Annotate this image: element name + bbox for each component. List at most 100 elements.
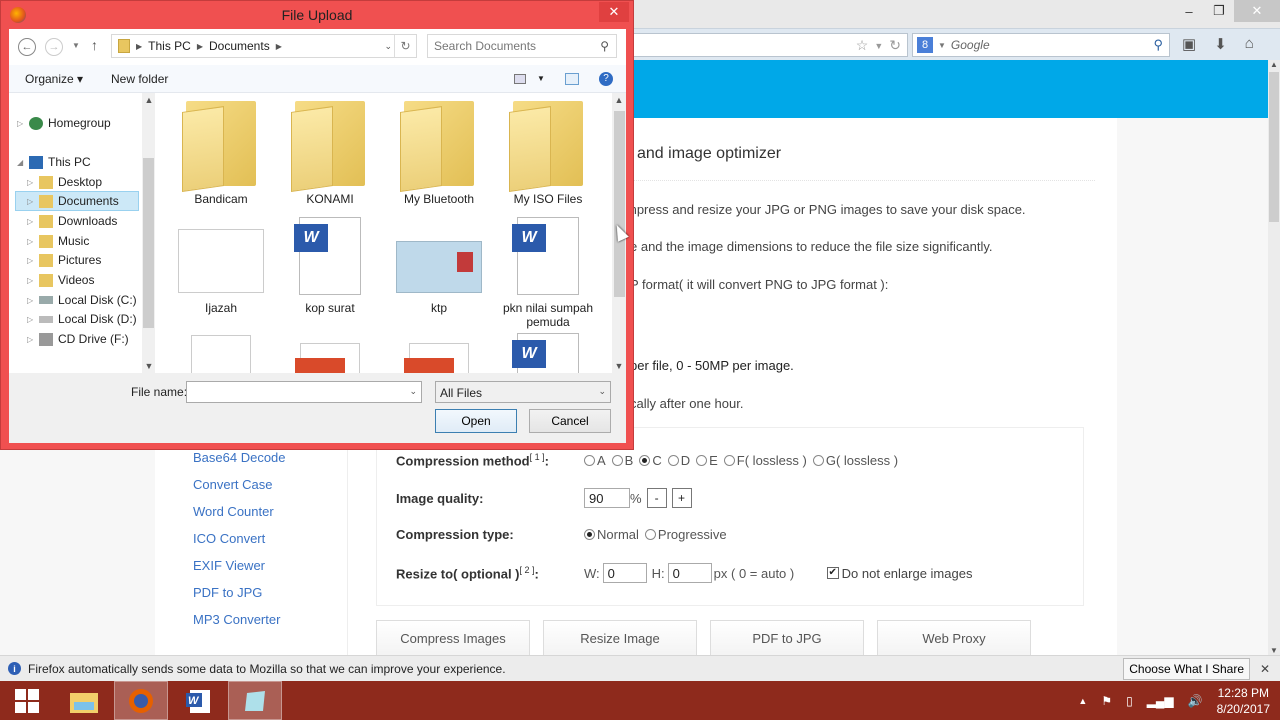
nav-pane-scrollbar[interactable]: ▲ ▼ xyxy=(142,93,155,373)
radio-method-c[interactable]: C xyxy=(639,453,662,468)
file-item[interactable]: My ISO Files xyxy=(494,101,602,206)
radio-method-d[interactable]: D xyxy=(667,453,690,468)
resize-image-button[interactable]: Resize Image xyxy=(543,620,697,656)
dialog-search-input[interactable]: Search Documents ⚲ xyxy=(427,34,617,58)
tree-item-local-disk-c[interactable]: ▷ Local Disk (C:) xyxy=(27,290,137,310)
resize-width-input[interactable] xyxy=(602,563,647,583)
dialog-close-button[interactable]: ✕ xyxy=(599,2,629,22)
file-item[interactable] xyxy=(167,333,275,373)
google-engine-icon[interactable]: 8 xyxy=(917,37,933,53)
radio-type-normal[interactable]: Normal xyxy=(584,527,639,542)
recent-locations-icon[interactable]: ▼ xyxy=(72,41,80,50)
scroll-down-icon[interactable]: ▼ xyxy=(612,361,626,371)
taskbar-firefox[interactable] xyxy=(114,681,168,720)
breadcrumb-this-pc[interactable]: This PC xyxy=(148,39,191,53)
help-icon[interactable]: ? xyxy=(599,72,613,86)
scrollbar-thumb[interactable] xyxy=(143,158,154,328)
battery-icon[interactable]: ▯ xyxy=(1126,694,1133,708)
radio-type-progressive[interactable]: Progressive xyxy=(644,527,727,542)
sidebar-link[interactable]: ICO Convert xyxy=(193,531,286,558)
sidebar-link[interactable]: Word Counter xyxy=(193,504,286,531)
tree-item-this-pc[interactable]: ◢ This PC xyxy=(17,152,91,172)
tree-item-videos[interactable]: ▷ Videos xyxy=(27,270,94,290)
close-icon[interactable]: ✕ xyxy=(1260,662,1280,676)
chevron-down-icon[interactable]: ⌄ xyxy=(409,386,417,397)
downloads-icon[interactable]: ⬇ xyxy=(1214,35,1227,53)
file-item[interactable]: W xyxy=(494,333,602,373)
tree-item-downloads[interactable]: ▷ Downloads xyxy=(27,211,117,231)
back-arrow-icon[interactable]: ← xyxy=(18,38,36,56)
scroll-down-icon[interactable]: ▼ xyxy=(142,361,156,371)
minimize-button[interactable]: – xyxy=(1174,0,1204,22)
taskbar-notepad[interactable] xyxy=(228,681,282,720)
tree-item-cd-drive[interactable]: ▷ CD Drive (F:) xyxy=(27,329,129,349)
tree-item-documents[interactable]: ▷ Documents xyxy=(15,191,139,211)
file-name-input[interactable]: ⌄ xyxy=(186,381,422,403)
file-type-select[interactable]: All Files ⌄ xyxy=(435,381,611,403)
tree-item-music[interactable]: ▷ Music xyxy=(27,231,89,251)
radio-method-g[interactable]: G( lossless ) xyxy=(812,453,898,468)
scroll-up-icon[interactable]: ▲ xyxy=(612,95,626,105)
no-enlarge-checkbox[interactable]: ✔ xyxy=(826,567,839,579)
file-item[interactable]: Wpkn nilai sumpah pemuda xyxy=(494,217,602,329)
organize-menu[interactable]: Organize ▾ xyxy=(25,72,83,86)
file-item[interactable] xyxy=(276,333,384,373)
choose-what-i-share-button[interactable]: Choose What I Share xyxy=(1123,657,1250,680)
search-icon[interactable]: ⚲ xyxy=(1153,37,1163,53)
scrollbar-thumb[interactable] xyxy=(1269,72,1279,222)
radio-method-f[interactable]: F( lossless ) xyxy=(723,453,807,468)
radio-method-b[interactable]: B xyxy=(611,453,633,468)
sidebar-link[interactable]: Base64 Decode xyxy=(193,450,286,477)
scroll-up-icon[interactable]: ▲ xyxy=(1268,60,1280,69)
home-icon[interactable]: ⌂ xyxy=(1245,35,1254,53)
chevron-down-icon[interactable]: ▼ xyxy=(537,74,545,83)
resize-height-input[interactable] xyxy=(667,563,712,583)
sidebar-link[interactable]: PDF to JPG xyxy=(193,585,286,612)
file-item[interactable]: ktp xyxy=(385,217,493,315)
file-item[interactable]: KONAMI xyxy=(276,101,384,206)
forward-arrow-icon[interactable]: → xyxy=(45,38,63,56)
breadcrumb-documents[interactable]: Documents xyxy=(209,39,270,53)
file-item[interactable]: Bandicam xyxy=(167,101,275,206)
new-folder-button[interactable]: New folder xyxy=(111,72,168,86)
tree-item-local-disk-d[interactable]: ▷ Local Disk (D:) xyxy=(27,309,137,329)
cancel-button[interactable]: Cancel xyxy=(529,409,611,433)
radio-method-a[interactable]: A xyxy=(584,453,606,468)
taskbar-file-explorer[interactable] xyxy=(57,681,111,720)
pdf-to-jpg-button[interactable]: PDF to JPG xyxy=(710,620,864,656)
restore-button[interactable]: ❐ xyxy=(1204,0,1234,22)
history-dropdown-icon[interactable]: ▼ xyxy=(874,37,883,55)
action-center-flag-icon[interactable]: ⚑ xyxy=(1101,694,1112,708)
scrollbar-thumb[interactable] xyxy=(614,111,625,297)
web-proxy-button[interactable]: Web Proxy xyxy=(877,620,1031,656)
chevron-down-icon[interactable]: ⌄ xyxy=(384,41,392,52)
taskbar-word[interactable]: W xyxy=(171,681,225,720)
scroll-down-icon[interactable]: ▼ xyxy=(1268,646,1280,655)
volume-icon[interactable]: 🔊 xyxy=(1188,694,1203,708)
start-button[interactable] xyxy=(0,681,54,720)
file-item[interactable]: Wkop surat xyxy=(276,217,384,315)
open-button[interactable]: Open xyxy=(435,409,517,433)
sidebar-link[interactable]: MP3 Converter xyxy=(193,612,286,639)
up-arrow-icon[interactable]: ↑ xyxy=(91,37,98,53)
clock[interactable]: 12:28 PM 8/20/2017 xyxy=(1217,685,1270,717)
bookmark-star-icon[interactable]: ☆ xyxy=(856,37,869,55)
url-bar[interactable]: ☆ ▼ ↻ xyxy=(630,33,908,57)
quality-increase-button[interactable]: + xyxy=(671,488,692,508)
quality-decrease-button[interactable]: - xyxy=(646,488,667,508)
file-item[interactable] xyxy=(385,333,493,373)
address-bar[interactable]: ▶ This PC ▶ Documents ▶ ⌄ ↻ xyxy=(111,34,417,58)
compress-images-button[interactable]: Compress Images xyxy=(376,620,530,656)
image-quality-input[interactable] xyxy=(584,488,630,508)
show-hidden-icons-icon[interactable]: ▲ xyxy=(1078,696,1087,706)
chevron-right-icon[interactable]: ▶ xyxy=(136,42,142,51)
tree-item-homegroup[interactable]: ▷ Homegroup xyxy=(17,113,111,133)
tree-item-pictures[interactable]: ▷ Pictures xyxy=(27,250,101,270)
file-item[interactable]: My Bluetooth xyxy=(385,101,493,206)
bookmarks-menu-icon[interactable]: ▣ xyxy=(1182,35,1196,53)
network-signal-icon[interactable]: ▂▄▆ xyxy=(1147,694,1174,708)
page-scrollbar[interactable]: ▲ ▼ xyxy=(1268,60,1280,655)
chevron-right-icon[interactable]: ▶ xyxy=(276,42,282,51)
reload-icon[interactable]: ↻ xyxy=(889,37,901,55)
refresh-icon[interactable]: ↻ xyxy=(394,35,416,57)
